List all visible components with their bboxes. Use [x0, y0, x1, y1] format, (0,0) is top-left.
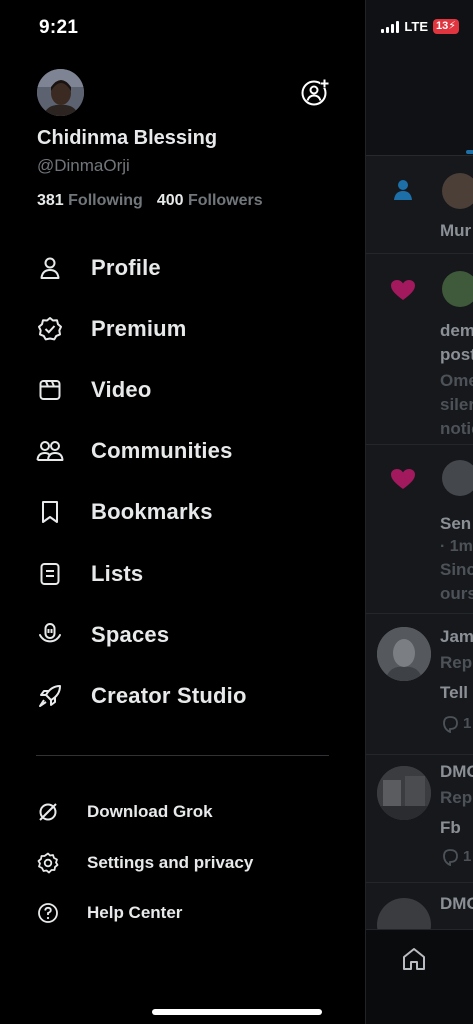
battery-icon: 13⚡ — [433, 19, 459, 34]
feed-text: dem — [440, 321, 473, 340]
battery-level: 13 — [436, 20, 449, 32]
sub-item-label: Settings and privacy — [87, 852, 254, 872]
menu-item-creator-studio[interactable]: Creator Studio — [0, 665, 365, 726]
avatar — [442, 271, 473, 307]
menu-item-label: Video — [91, 376, 152, 402]
heart-icon — [391, 469, 415, 489]
feed-row: Sen · 1m Sinc ours — [366, 446, 473, 614]
signal-icon — [381, 20, 400, 33]
feed-row: Jam Rep Tell 1 — [366, 615, 473, 755]
avatar[interactable] — [37, 69, 84, 116]
spaces-icon — [36, 621, 64, 649]
gear-icon — [37, 852, 59, 874]
reply-count: 1 — [463, 848, 472, 865]
sub-item-label: Download Grok — [87, 802, 213, 822]
menu-item-premium[interactable]: Premium — [0, 298, 365, 359]
secondary-menu: Download Grok Settings and privacy Help … — [0, 787, 365, 939]
followers-count: 400 — [156, 192, 184, 209]
home-icon[interactable] — [401, 946, 427, 972]
menu-item-spaces[interactable]: Spaces — [0, 604, 365, 665]
feed-text: Mur — [440, 221, 472, 240]
profile-name[interactable]: Chidinma Blessing — [37, 127, 217, 150]
feed-text: post — [440, 345, 473, 364]
menu-item-label: Bookmarks — [91, 499, 213, 525]
verified-badge-icon — [36, 315, 64, 343]
main-menu: Profile Premium Video Communities Bookma… — [0, 237, 365, 727]
menu-item-help-center[interactable]: Help Center — [0, 888, 365, 939]
menu-item-bookmarks[interactable]: Bookmarks — [0, 482, 365, 543]
add-account-button[interactable] — [300, 77, 330, 107]
menu-item-communities[interactable]: Communities — [0, 421, 365, 482]
feed-text: Sinc — [440, 560, 473, 579]
menu-item-label: Lists — [91, 560, 144, 586]
add-user-icon — [301, 79, 329, 106]
heart-icon — [391, 280, 415, 300]
status-indicators: LTE 13⚡ — [381, 19, 459, 34]
following-label: Following — [68, 192, 143, 209]
bottom-tab-bar — [366, 929, 473, 1024]
menu-item-label: Communities — [91, 438, 233, 464]
feed-row: DMC — [366, 884, 473, 952]
person-icon — [394, 180, 412, 200]
video-icon — [36, 376, 64, 404]
bookmark-icon — [36, 498, 64, 526]
avatar — [442, 173, 473, 209]
side-drawer: Chidinma Blessing @DinmaOrji 381 Followi… — [0, 0, 365, 1024]
feed-text: DMC — [440, 762, 473, 781]
reply-icon — [443, 849, 458, 866]
home-indicator[interactable] — [152, 1009, 322, 1015]
reply-icon — [443, 716, 458, 733]
feed-text: · 1m — [440, 538, 473, 555]
following-link[interactable]: 381 Following — [37, 192, 143, 210]
followers-label: Followers — [187, 192, 263, 209]
list-icon — [36, 560, 64, 588]
person-icon — [36, 254, 64, 282]
feed-text: Rep — [440, 653, 473, 672]
reply-count: 1 — [463, 715, 472, 732]
feed-text: Ome — [440, 371, 473, 390]
rocket-icon — [36, 682, 64, 710]
feed-text: Fb — [440, 818, 461, 837]
help-icon — [37, 902, 59, 924]
follow-stats: 381 Following 400 Followers — [37, 192, 263, 210]
menu-item-download-grok[interactable]: Download Grok — [0, 787, 365, 838]
menu-item-label: Premium — [91, 315, 187, 341]
menu-item-profile[interactable]: Profile — [0, 237, 365, 298]
sub-item-label: Help Center — [87, 903, 183, 923]
avatar — [377, 627, 431, 681]
followers-link[interactable]: 400 Followers — [157, 192, 263, 210]
menu-item-label: Profile — [91, 254, 161, 280]
avatar — [442, 460, 473, 496]
feed-row: dem post Ome siler notic — [366, 255, 473, 445]
dimmed-feed-pane[interactable]: Mur dem post Ome siler notic Sen · 1m Si… — [365, 0, 473, 1024]
menu-item-label: Spaces — [91, 621, 170, 647]
feed-row: Mur — [366, 157, 473, 254]
profile-handle: @DinmaOrji — [37, 156, 130, 175]
feed-text: ours — [440, 584, 473, 603]
communities-icon — [36, 437, 64, 465]
feed-text: Jam — [440, 627, 473, 646]
feed-text: DMC — [440, 894, 473, 913]
feed-text: Rep — [440, 788, 473, 807]
tab-indicator — [466, 150, 473, 154]
avatar — [377, 766, 431, 820]
feed-row: DMC Rep Fb 1 — [366, 756, 473, 883]
following-count: 381 — [37, 192, 64, 209]
menu-item-video[interactable]: Video — [0, 359, 365, 420]
status-time: 9:21 — [39, 17, 79, 38]
menu-item-label: Creator Studio — [91, 682, 247, 708]
feed-text: Sen — [440, 514, 472, 533]
feed-text: Tell — [440, 683, 469, 702]
menu-item-lists[interactable]: Lists — [0, 543, 365, 604]
network-type: LTE — [404, 19, 429, 34]
feed-text: siler — [440, 395, 473, 414]
menu-item-settings[interactable]: Settings and privacy — [0, 838, 365, 889]
menu-divider — [36, 755, 329, 756]
grok-icon — [37, 801, 59, 823]
feed-text: notic — [440, 419, 473, 438]
